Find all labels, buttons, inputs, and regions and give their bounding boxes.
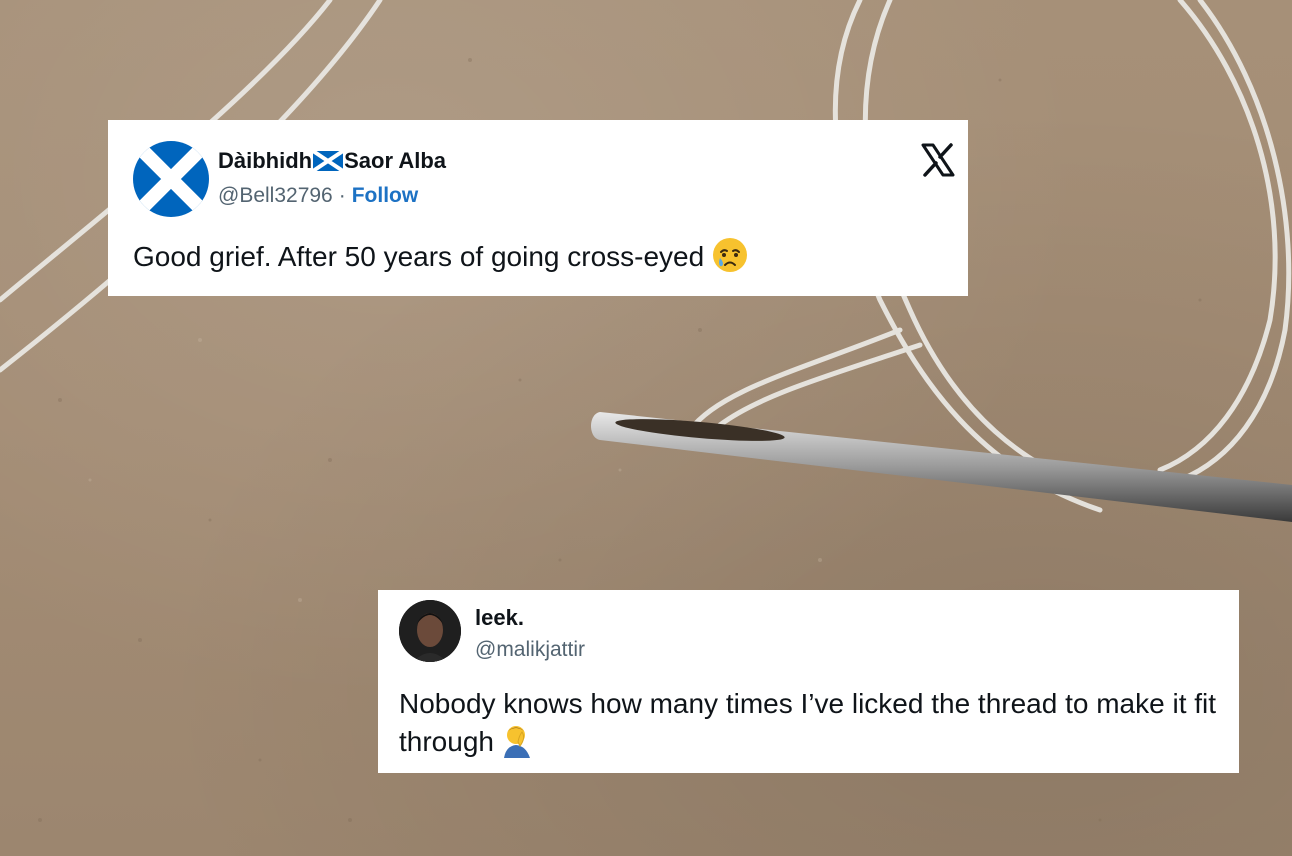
user-handle[interactable]: @malikjattir [475, 638, 585, 661]
follow-button[interactable]: Follow [352, 184, 419, 207]
display-name-text: leek. [475, 605, 524, 630]
user-handle[interactable]: @Bell32796 [218, 184, 333, 207]
avatar[interactable] [133, 141, 209, 217]
display-name[interactable]: Dàibhidh Saor Alba [218, 148, 446, 174]
separator-dot: · [338, 184, 346, 207]
display-name-part2: Saor Alba [344, 148, 446, 173]
avatar[interactable] [399, 600, 461, 662]
profile-photo-icon [399, 600, 461, 662]
tweet-card-1: Dàibhidh Saor Alba @Bell32796 · Follow Goo… [108, 120, 968, 296]
tweet-text: Good grief. After 50 years of going cros… [133, 237, 953, 276]
display-name-part1: Dàibhidh [218, 148, 313, 173]
crying-face-icon [713, 238, 748, 272]
man-facepalming-icon [503, 726, 530, 758]
handle-row: @malikjattir [475, 638, 585, 662]
tweet-text: Nobody knows how many times I’ve licked … [399, 685, 1229, 761]
handle-row: @Bell32796 · Follow [218, 184, 418, 208]
saltire-flag-icon [313, 151, 344, 171]
tweet-body: Good grief. After 50 years of going cros… [133, 241, 705, 272]
display-name[interactable]: leek. [475, 605, 524, 631]
x-logo-icon[interactable] [920, 142, 956, 178]
tweet-card-2: leek. @malikjattir Nobody knows how many… [378, 590, 1239, 773]
saltire-flag-icon [133, 141, 209, 217]
